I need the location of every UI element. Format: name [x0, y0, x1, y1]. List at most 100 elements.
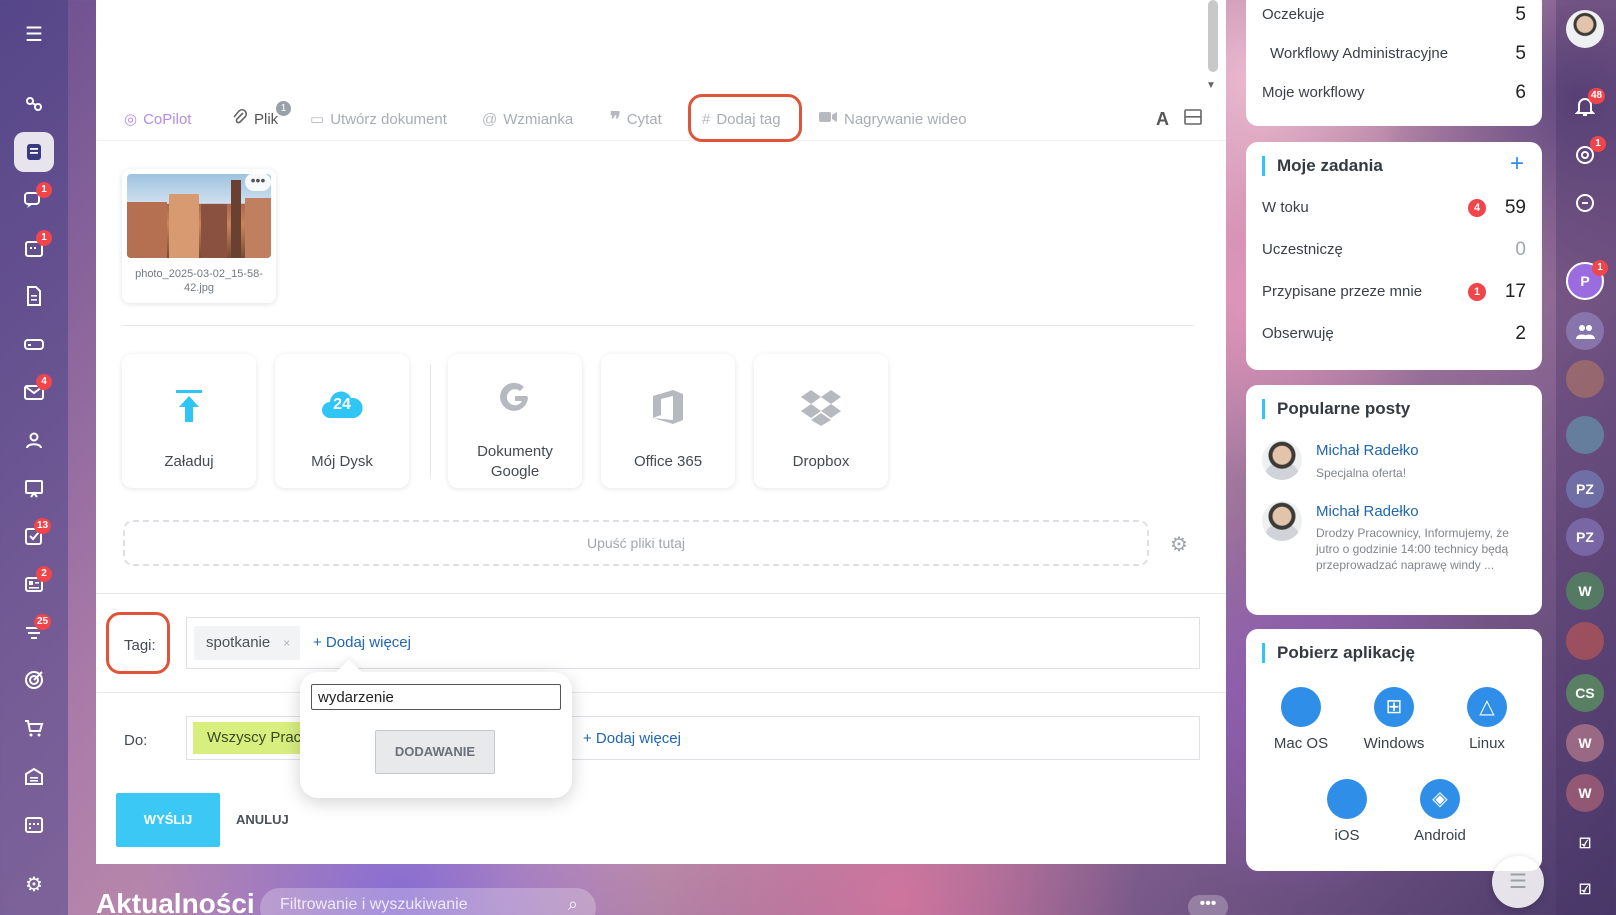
- get-apps-title: Pobierz aplikację: [1262, 643, 1415, 663]
- task-row-in-progress[interactable]: W toku 4 59: [1262, 197, 1526, 218]
- checklist-icon[interactable]: ☑: [1566, 824, 1604, 862]
- cancel-button[interactable]: ANULUJ: [236, 812, 289, 827]
- post-author-link[interactable]: Michał Radełko: [1316, 503, 1419, 520]
- mention-button[interactable]: @ Wzmianka: [482, 107, 573, 131]
- quick-menu-button[interactable]: ☰: [1492, 856, 1544, 908]
- schedule-icon[interactable]: [14, 804, 54, 844]
- mail-icon[interactable]: 4: [14, 372, 54, 412]
- quote-button[interactable]: ❞ Cytat: [610, 107, 662, 131]
- user-avatar[interactable]: [1566, 10, 1604, 48]
- at-sign-icon: @: [482, 110, 498, 128]
- tile-separator: [430, 364, 431, 478]
- avatar[interactable]: W: [1566, 724, 1604, 762]
- upload-tile[interactable]: Załaduj: [122, 354, 256, 488]
- avatar[interactable]: [1262, 501, 1302, 541]
- file-button[interactable]: Plik 1: [232, 101, 291, 131]
- composer-toolbar: ◎ CoPilot Plik 1 ▭ Utwórz dokument @ Wzm…: [96, 97, 1226, 141]
- task-badge: 1: [1468, 283, 1486, 301]
- group-avatar[interactable]: [1566, 416, 1604, 454]
- post-excerpt[interactable]: Specjalna oferta!: [1316, 465, 1526, 481]
- warehouse-icon[interactable]: [14, 756, 54, 796]
- avatar[interactable]: PZ: [1566, 518, 1604, 556]
- tag-remove-icon[interactable]: ×: [283, 626, 290, 660]
- presentation-icon[interactable]: [14, 468, 54, 508]
- avatar[interactable]: P 1: [1566, 260, 1608, 300]
- video-record-button[interactable]: Nagrywanie wideo: [818, 107, 967, 131]
- news-icon[interactable]: 2: [14, 564, 54, 604]
- app-windows[interactable]: ⊞ Windows: [1349, 687, 1439, 752]
- google-docs-tile[interactable]: Dokumenty Google: [448, 354, 582, 488]
- activity-icon[interactable]: 1: [1566, 136, 1606, 174]
- users-icon[interactable]: [14, 420, 54, 460]
- attachment-card[interactable]: ••• photo_2025-03-02_15-58-42.jpg: [122, 169, 276, 303]
- post-composer: ▼ ◎ CoPilot Plik 1 ▭ Utwórz dokument @ W…: [96, 0, 1226, 864]
- task-row-assigned[interactable]: Przypisane przeze mnie 1 17: [1262, 281, 1526, 302]
- tag-name-input[interactable]: [311, 684, 561, 710]
- app-macos[interactable]: Mac OS: [1256, 687, 1346, 752]
- toggle-panel-button[interactable]: [1184, 107, 1202, 131]
- avatar[interactable]: [1262, 440, 1302, 480]
- avatar[interactable]: W: [1566, 774, 1604, 812]
- workflow-row[interactable]: Oczekuje 5: [1262, 4, 1526, 25]
- google-icon: [448, 380, 582, 425]
- office365-tile[interactable]: Office 365: [601, 354, 735, 488]
- calendar-icon[interactable]: 1: [14, 228, 54, 268]
- notifications-bell-icon[interactable]: 48: [1566, 88, 1606, 126]
- tag-chip: spotkanie ×: [194, 626, 301, 660]
- video-avatar[interactable]: [1566, 622, 1604, 660]
- post-author-link[interactable]: Michał Radełko: [1316, 442, 1419, 459]
- search-chat-icon[interactable]: [1566, 184, 1604, 222]
- feed-more-button[interactable]: •••: [1188, 895, 1228, 915]
- task-row-participating[interactable]: Uczestniczę 0: [1262, 239, 1526, 260]
- add-more-tags-link[interactable]: + Dodaj więcej: [313, 634, 411, 651]
- attachment-menu-button[interactable]: •••: [245, 173, 271, 191]
- workflow-row[interactable]: Moje workflowy 6: [1262, 82, 1526, 103]
- drive-icon[interactable]: [14, 324, 54, 364]
- file-dropzone[interactable]: Upuść pliki tutaj: [123, 520, 1149, 566]
- group-avatar[interactable]: [1566, 312, 1604, 350]
- android-icon: ◈: [1420, 779, 1460, 819]
- app-linux[interactable]: △ Linux: [1442, 687, 1532, 752]
- feed-icon[interactable]: [14, 132, 54, 172]
- create-document-button[interactable]: ▭ Utwórz dokument: [310, 107, 447, 131]
- group-avatar[interactable]: [1566, 360, 1604, 398]
- apple-icon: [1327, 779, 1367, 819]
- task-row-following[interactable]: Obserwuję 2: [1262, 323, 1526, 344]
- dropbox-tile[interactable]: Dropbox: [754, 354, 888, 488]
- upload-arrow-icon: [122, 388, 256, 433]
- target-icon[interactable]: [14, 660, 54, 700]
- search-icon: ⌕: [567, 894, 578, 914]
- sites-icon[interactable]: [14, 84, 54, 124]
- avatar[interactable]: W: [1566, 572, 1604, 610]
- chat-icon[interactable]: 1: [14, 180, 54, 220]
- add-tag-confirm-button[interactable]: DODAWANIE: [375, 730, 495, 774]
- settings-gear-icon[interactable]: ⚙: [14, 864, 54, 904]
- text-format-button[interactable]: A: [1156, 107, 1169, 131]
- upload-settings-gear-icon[interactable]: ⚙: [1170, 532, 1188, 557]
- document-icon: ▭: [310, 111, 325, 128]
- dropbox-icon: [754, 388, 888, 435]
- avatar[interactable]: PZ: [1566, 470, 1604, 508]
- documents-icon[interactable]: [14, 276, 54, 316]
- feed-filter-input[interactable]: Filtrowanie i wyszukiwanie ⌕: [260, 888, 596, 915]
- news-badge: 2: [36, 566, 52, 582]
- app-android[interactable]: ◈ Android: [1395, 779, 1485, 844]
- shop-cart-icon[interactable]: [14, 708, 54, 748]
- my-drive-tile[interactable]: 24 Mój Dysk: [275, 354, 409, 488]
- send-button[interactable]: WYŚLIJ: [116, 793, 220, 847]
- apple-icon: [1281, 687, 1321, 727]
- add-more-recipients-link[interactable]: + Dodaj więcej: [583, 730, 681, 747]
- tags-field[interactable]: spotkanie × + Dodaj więcej: [186, 617, 1200, 669]
- add-task-button[interactable]: +: [1510, 150, 1524, 178]
- post-excerpt[interactable]: Drodzy Pracownicy, Informujemy, że jutro…: [1316, 525, 1526, 573]
- copilot-button[interactable]: ◎ CoPilot: [124, 107, 191, 131]
- avatar[interactable]: CS: [1566, 674, 1604, 712]
- workflow-row[interactable]: Workflowy Administracyjne 5: [1262, 43, 1526, 64]
- scrollbar[interactable]: [1208, 0, 1218, 72]
- menu-icon[interactable]: ☰: [14, 14, 54, 54]
- tasks-icon[interactable]: 13: [14, 516, 54, 556]
- task-check-icon[interactable]: ☑: [1566, 870, 1604, 908]
- scroll-down-arrow-icon[interactable]: ▼: [1206, 80, 1216, 91]
- app-ios[interactable]: iOS: [1302, 779, 1392, 844]
- funnel-icon[interactable]: 25: [14, 612, 54, 652]
